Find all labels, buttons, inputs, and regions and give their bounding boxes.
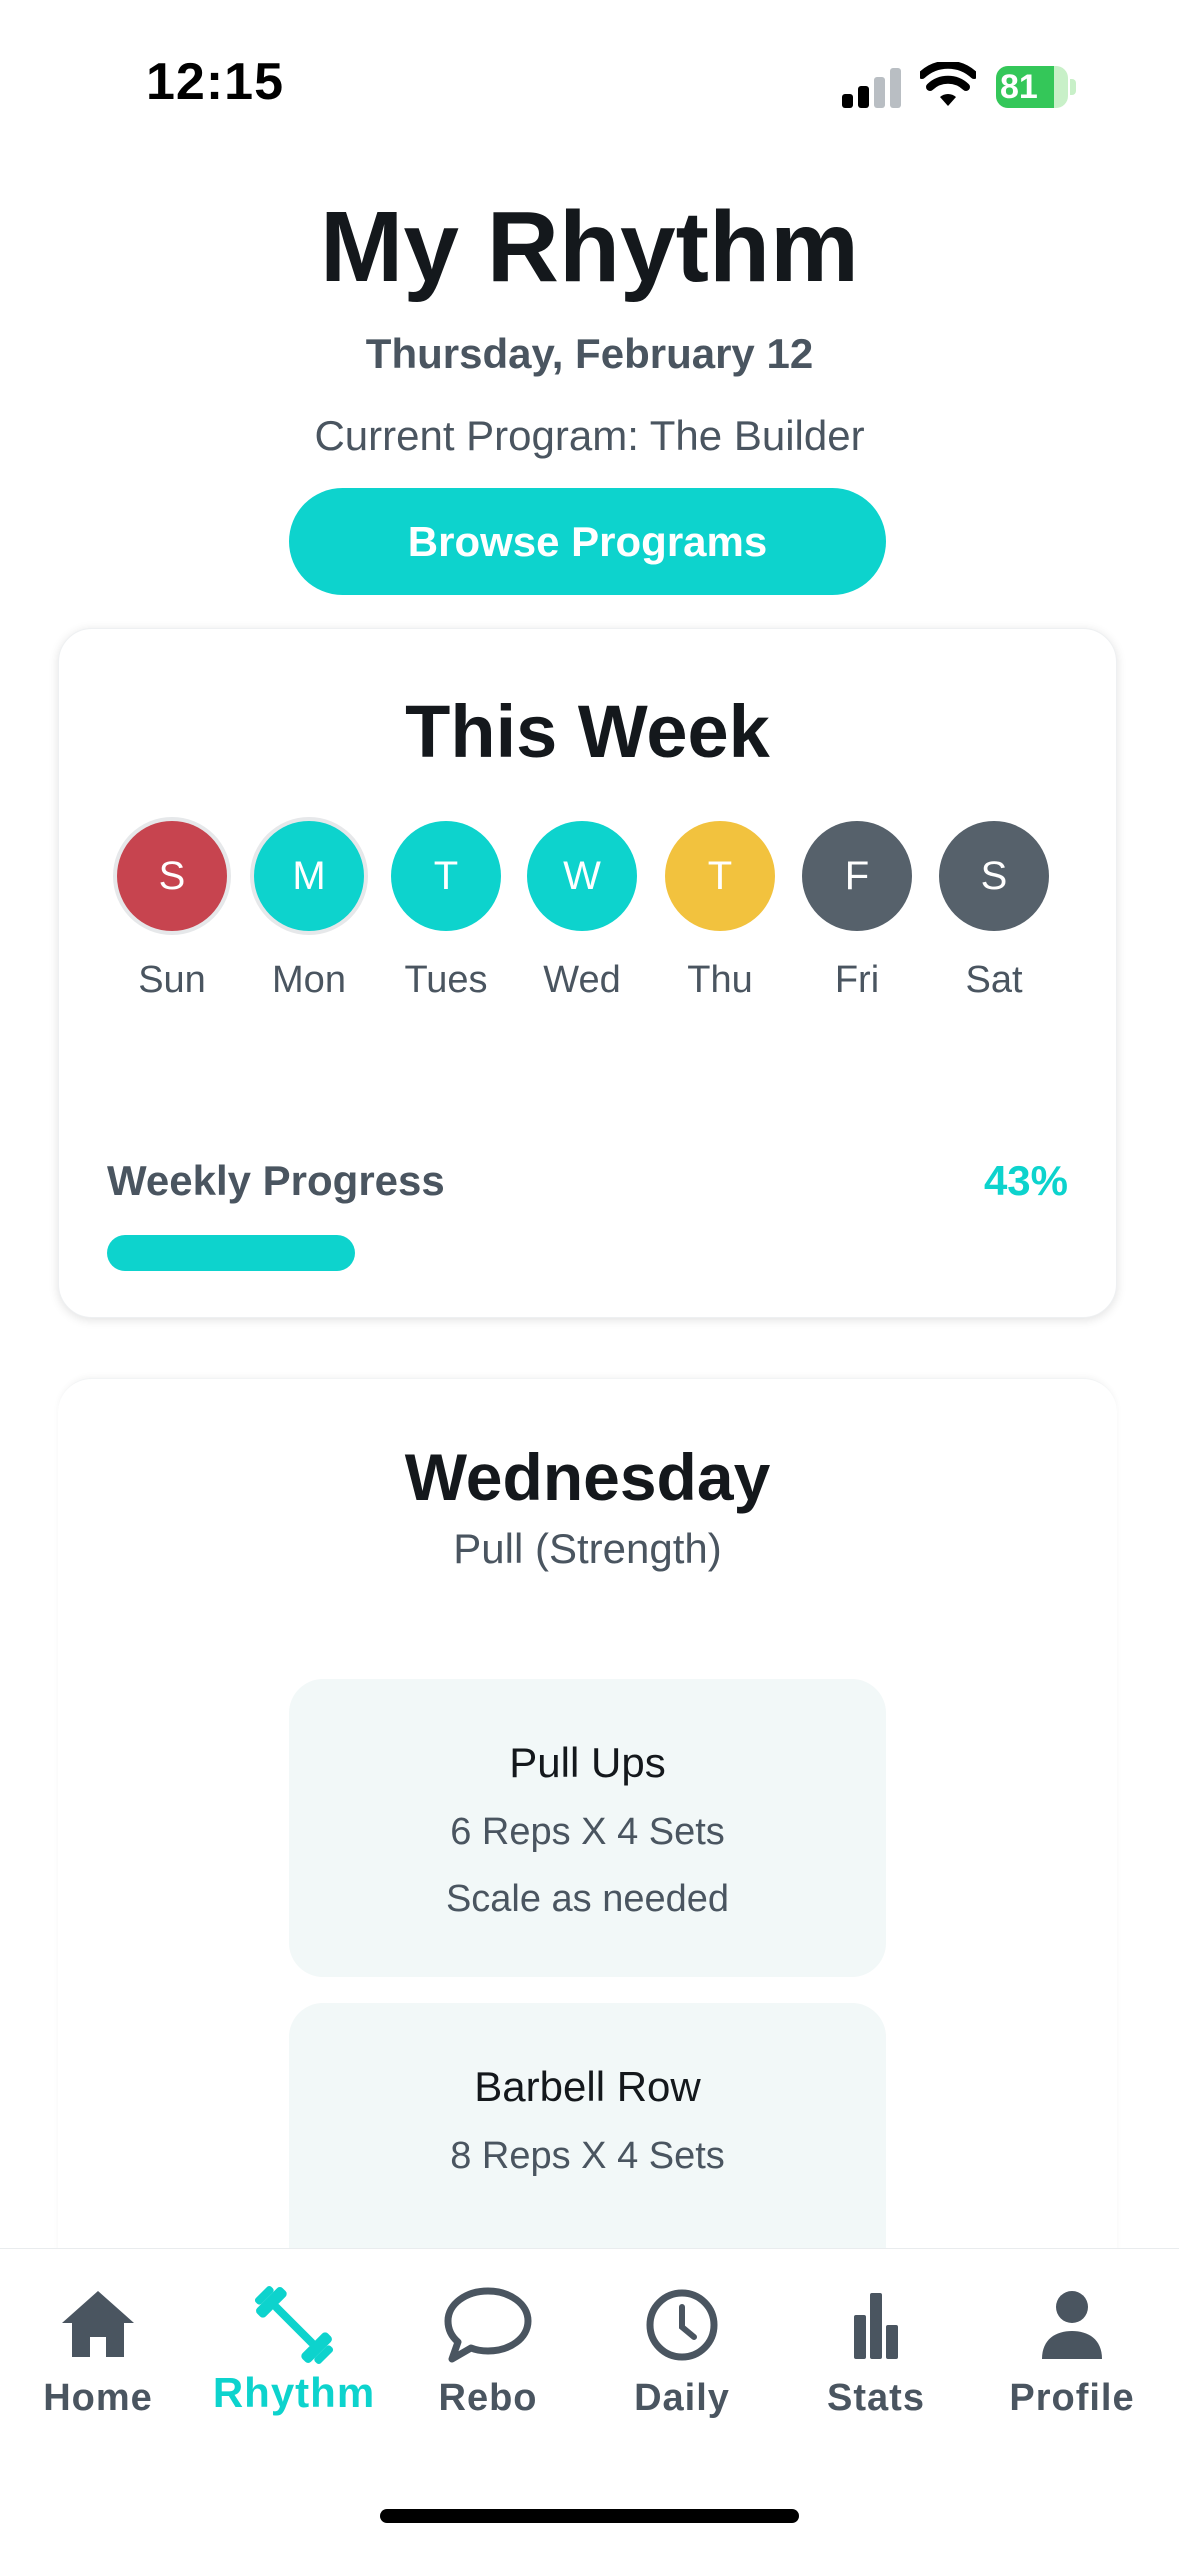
exercise-card[interactable]: Pull Ups 6 Reps X 4 Sets Scale as needed bbox=[289, 1679, 886, 1977]
tab-profile[interactable]: Profile bbox=[982, 2285, 1162, 2420]
tab-rhythm[interactable]: Rhythm bbox=[204, 2285, 384, 2417]
day-circle: T bbox=[665, 821, 775, 931]
tab-label: Stats bbox=[827, 2377, 925, 2419]
home-indicator[interactable] bbox=[380, 2509, 799, 2523]
day-circle: M bbox=[254, 821, 364, 931]
page-date: Thursday, February 12 bbox=[365, 330, 814, 377]
day-label: Fri bbox=[834, 959, 880, 1001]
day-mon[interactable]: M Mon bbox=[254, 821, 364, 1002]
weekly-progress-label: Weekly Progress bbox=[107, 1157, 445, 1204]
day-label: Mon bbox=[272, 959, 346, 1001]
battery-icon: 81 bbox=[996, 66, 1076, 108]
day-label: Tues bbox=[404, 959, 488, 1001]
day-circle: T bbox=[391, 821, 501, 931]
tab-label: Rhythm bbox=[212, 2369, 376, 2416]
day-fri[interactable]: F Fri bbox=[802, 821, 912, 1002]
home-icon bbox=[62, 2291, 134, 2357]
weekly-progress-percent: 43% bbox=[983, 1157, 1068, 1204]
browse-programs-button[interactable]: Browse Programs bbox=[289, 488, 886, 595]
weekly-progress-bar bbox=[107, 1235, 1070, 1271]
this-week-card: This Week S Sun M Mon T Tues W Wed T Thu F Fri S Sat … bbox=[58, 628, 1117, 1318]
battery-percent: 81 bbox=[1000, 68, 1038, 106]
tab-rebo[interactable]: Rebo bbox=[398, 2285, 578, 2420]
person-icon bbox=[1042, 2291, 1102, 2359]
day-circle: S bbox=[117, 821, 227, 931]
status-time: 12:15 bbox=[146, 53, 284, 111]
dumbbell-icon bbox=[254, 2285, 334, 2365]
bottom-tab-bar: Home Rhythm Rebo Daily Stats Profile bbox=[0, 2248, 1179, 2556]
day-label: Wed bbox=[543, 959, 621, 1001]
clock-icon bbox=[646, 2289, 718, 2361]
tab-label: Daily bbox=[634, 2377, 730, 2419]
tab-label: Profile bbox=[1009, 2377, 1135, 2419]
wifi-icon bbox=[920, 62, 976, 106]
day-label: Sat bbox=[965, 959, 1023, 1001]
weekly-progress-fill bbox=[107, 1235, 356, 1271]
workout-day-title: Wednesday bbox=[404, 1440, 771, 1514]
tab-daily[interactable]: Daily bbox=[592, 2285, 772, 2420]
exercise-name: Barbell Row bbox=[474, 2063, 701, 2110]
day-label: Sun bbox=[138, 959, 206, 1001]
page-title: My Rhythm bbox=[320, 191, 859, 303]
day-label: Thu bbox=[687, 959, 753, 1001]
day-tues[interactable]: T Tues bbox=[391, 821, 501, 1002]
tab-label: Rebo bbox=[438, 2377, 538, 2419]
tab-label: Home bbox=[43, 2377, 153, 2419]
day-sat[interactable]: S Sat bbox=[939, 821, 1049, 1002]
day-sun[interactable]: S Sun bbox=[117, 821, 227, 1002]
cellular-signal-icon bbox=[842, 66, 902, 108]
tab-home[interactable]: Home bbox=[8, 2285, 188, 2420]
day-wed[interactable]: W Wed bbox=[527, 821, 637, 1002]
day-circle: W bbox=[527, 821, 637, 931]
day-circle: S bbox=[939, 821, 1049, 931]
exercise-detail: 8 Reps X 4 Sets bbox=[450, 2135, 725, 2177]
chat-bubble-icon bbox=[444, 2287, 532, 2363]
workout-type: Pull (Strength) bbox=[453, 1525, 722, 1572]
bar-chart-icon bbox=[854, 2293, 898, 2359]
status-bar: 12:15 81 bbox=[0, 0, 1179, 150]
exercise-detail: Scale as needed bbox=[445, 1878, 730, 1920]
exercise-name: Pull Ups bbox=[509, 1739, 666, 1786]
exercise-detail: 6 Reps X 4 Sets bbox=[450, 1811, 725, 1853]
tab-stats[interactable]: Stats bbox=[786, 2285, 966, 2420]
day-circle: F bbox=[802, 821, 912, 931]
current-program: Current Program: The Builder bbox=[314, 412, 865, 459]
day-thu[interactable]: T Thu bbox=[665, 821, 775, 1002]
week-title: This Week bbox=[405, 690, 770, 773]
